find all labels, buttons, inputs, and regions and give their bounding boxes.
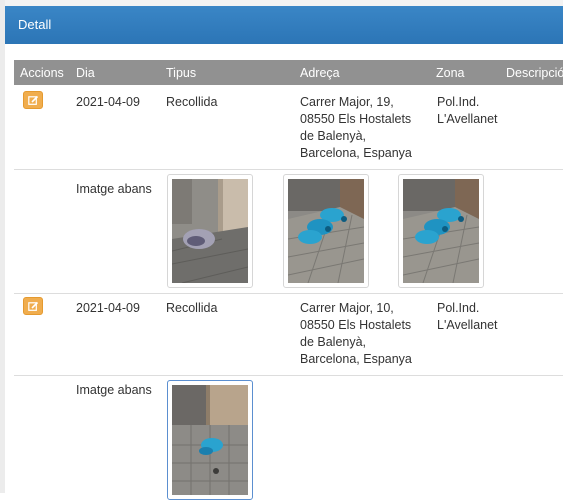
photo-thumbnail[interactable]: [283, 174, 369, 288]
detail-panel: Detall Accions Dia Tipus Adreça Zona Des…: [0, 0, 563, 500]
photo-thumbnail[interactable]: [398, 174, 484, 288]
edit-icon: [28, 95, 39, 105]
address-line: Carrer Major, 19,: [300, 95, 394, 109]
row-dia: 2021-04-09: [76, 95, 140, 109]
address-line: de Balenyà,: [300, 129, 367, 143]
row-dia: 2021-04-09: [76, 301, 140, 315]
photo-thumbnail[interactable]: [167, 174, 253, 288]
column-header-accions: Accions: [20, 66, 64, 80]
row-adreca: Carrer Major, 10, 08550 Els Hostalets de…: [300, 300, 412, 368]
zona-line: Pol.Ind.: [437, 301, 480, 315]
zona-line: Pol.Ind.: [437, 95, 480, 109]
table-header: Accions Dia Tipus Adreça Zona Descripció: [14, 60, 563, 85]
row-divider: [14, 375, 563, 376]
edit-button[interactable]: [23, 91, 43, 109]
column-header-dia: Dia: [76, 66, 95, 80]
zona-line: L'Avellanet: [437, 318, 498, 332]
zona-line: L'Avellanet: [437, 112, 498, 126]
edit-icon: [28, 301, 39, 311]
blue-containers-photo: [288, 179, 364, 283]
address-line: de Balenyà,: [300, 335, 367, 349]
images-label: Imatge abans: [76, 182, 152, 196]
address-line: Barcelona, Espanya: [300, 146, 412, 160]
column-header-zona: Zona: [436, 66, 465, 80]
row-tipus: Recollida: [166, 301, 218, 315]
row-zona: Pol.Ind. L'Avellanet: [437, 94, 498, 128]
panel-title: Detall: [18, 17, 52, 32]
bag-photo: [172, 179, 248, 283]
row-zona: Pol.Ind. L'Avellanet: [437, 300, 498, 334]
photo-thumbnail[interactable]: [167, 380, 253, 500]
row-divider: [14, 293, 563, 294]
row-tipus: Recollida: [166, 95, 218, 109]
column-header-descripcio: Descripció: [506, 66, 563, 80]
blue-bag-photo: [172, 385, 248, 495]
address-line: 08550 Els Hostalets: [300, 112, 412, 126]
address-line: Barcelona, Espanya: [300, 352, 412, 366]
column-header-adreca: Adreça: [300, 66, 340, 80]
row-divider: [14, 169, 563, 170]
blue-containers-photo: [403, 179, 479, 283]
column-header-tipus: Tipus: [166, 66, 197, 80]
address-line: Carrer Major, 10,: [300, 301, 394, 315]
left-border: [0, 0, 5, 493]
images-label: Imatge abans: [76, 383, 152, 397]
panel-header: Detall: [5, 6, 563, 44]
edit-button[interactable]: [23, 297, 43, 315]
address-line: 08550 Els Hostalets: [300, 318, 412, 332]
row-adreca: Carrer Major, 19, 08550 Els Hostalets de…: [300, 94, 412, 162]
